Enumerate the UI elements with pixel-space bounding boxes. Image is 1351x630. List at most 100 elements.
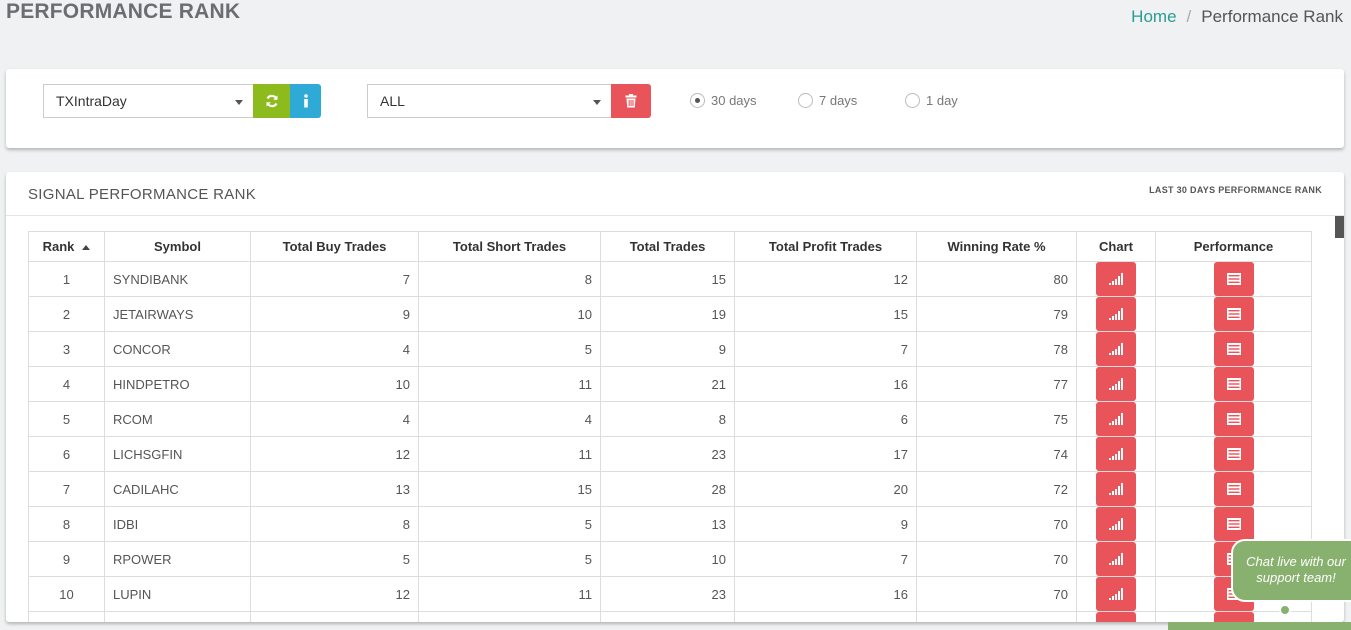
chart-cell [1076,506,1156,542]
breadcrumb-separator: / [1186,7,1192,26]
chart-cell [1076,261,1156,297]
chart-button[interactable] [1096,542,1136,576]
column-header-rank[interactable]: Rank [28,231,105,262]
period-label: 7 days [819,93,858,108]
total-profit-trades-cell: 15 [734,296,917,332]
column-header-symbol[interactable]: Symbol [104,231,251,262]
rank-cell: 1 [28,261,105,297]
symbol-cell: JETAIRWAYS [104,296,251,332]
total-trades-cell: 9 [600,331,735,367]
refresh-button[interactable] [253,84,290,118]
chat-line-2: support team! [1256,570,1336,585]
symbol-cell: CADILAHC [104,471,251,507]
chart-button[interactable] [1096,297,1136,331]
rank-cell: 4 [28,366,105,402]
column-header-total-short-trades[interactable]: Total Short Trades [418,231,601,262]
rank-cell: 10 [28,576,105,612]
performance-button[interactable] [1213,262,1254,296]
total-profit-trades-cell: 6 [734,401,917,437]
symbol-select[interactable]: ALL [367,84,612,118]
winning-rate-cell: 79 [916,296,1077,332]
winning-rate-cell: 80 [916,261,1077,297]
live-chat-bubble[interactable]: Chat live with our support team! [1231,539,1351,602]
signal-bars-icon [1109,308,1123,320]
performance-rank-table: Rank Symbol Total Buy Trades Total Short… [28,231,1312,622]
rank-cell: 3 [28,331,105,367]
period-label: 30 days [711,93,757,108]
strategy-select[interactable]: TXIntraDay [43,84,254,118]
scrollbar-thumb[interactable] [1335,216,1344,238]
chart-button[interactable] [1096,472,1136,506]
chart-cell [1076,576,1156,612]
performance-cell [1155,436,1312,472]
total-short-trades-cell [418,611,601,622]
chart-cell [1076,541,1156,577]
winning-rate-cell: 72 [916,471,1077,507]
performance-button[interactable] [1213,367,1254,401]
chart-button[interactable] [1096,402,1136,436]
breadcrumb-home-link[interactable]: Home [1131,7,1176,26]
card-tools-label: LAST 30 DAYS PERFORMANCE RANK [1149,185,1322,195]
chart-button[interactable] [1096,437,1136,471]
page-title: PERFORMANCE RANK [6,0,241,23]
column-header-winning-rate[interactable]: Winning Rate % [916,231,1077,262]
column-header-total-buy-trades[interactable]: Total Buy Trades [250,231,419,262]
sort-asc-icon [82,245,91,251]
chart-cell [1076,331,1156,367]
performance-button[interactable] [1213,297,1254,331]
winning-rate-cell: 70 [916,506,1077,542]
signal-bars-icon [1109,553,1123,565]
total-buy-trades-cell: 4 [250,401,419,437]
total-short-trades-cell: 11 [418,366,601,402]
total-profit-trades-cell [734,611,917,622]
column-header-total-trades[interactable]: Total Trades [600,231,735,262]
total-short-trades-cell: 15 [418,471,601,507]
performance-button[interactable] [1213,402,1254,436]
symbol-cell: RPOWER [104,541,251,577]
rank-cell: 2 [28,296,105,332]
winning-rate-cell: 75 [916,401,1077,437]
total-short-trades-cell: 10 [418,296,601,332]
chat-tab-bar[interactable] [1168,622,1351,630]
signal-bars-icon [1109,448,1123,460]
performance-cell [1155,401,1312,437]
total-buy-trades-cell: 8 [250,506,419,542]
period-radio-30-days[interactable]: 30 days [690,93,757,108]
symbol-cell: RCOM [104,401,251,437]
chart-button[interactable] [1096,367,1136,401]
chart-button[interactable] [1096,612,1136,622]
performance-button[interactable] [1213,437,1254,471]
total-profit-trades-cell: 16 [734,366,917,402]
chart-button[interactable] [1096,507,1136,541]
info-button[interactable] [290,84,321,118]
performance-button[interactable] [1213,612,1254,622]
performance-cell [1155,296,1312,332]
winning-rate-cell [916,611,1077,622]
total-profit-trades-cell: 7 [734,331,917,367]
performance-button[interactable] [1213,472,1254,506]
symbol-select-value: ALL [380,93,405,109]
chart-cell [1076,296,1156,332]
table-row: 5 RCOM 4 4 8 6 75 [28,401,1312,437]
chat-status-dot [1279,604,1291,616]
period-radio-7-days[interactable]: 7 days [798,93,857,108]
winning-rate-cell: 74 [916,436,1077,472]
rank-cell: 6 [28,436,105,472]
table-row: 8 IDBI 8 5 13 9 70 [28,506,1312,542]
delete-button[interactable] [611,84,651,118]
chart-button[interactable] [1096,577,1136,611]
chart-cell [1076,436,1156,472]
performance-button[interactable] [1213,507,1254,541]
rank-cell: 5 [28,401,105,437]
total-buy-trades-cell: 4 [250,331,419,367]
chart-button[interactable] [1096,262,1136,296]
performance-button[interactable] [1213,332,1254,366]
rank-cell: 7 [28,471,105,507]
symbol-cell: SYNDIBANK [104,261,251,297]
period-radio-1-day[interactable]: 1 day [905,93,958,108]
chart-button[interactable] [1096,332,1136,366]
info-icon [303,94,308,108]
column-header-total-profit-trades[interactable]: Total Profit Trades [734,231,917,262]
performance-cell [1155,261,1312,297]
table-row: 4 HINDPETRO 10 11 21 16 77 [28,366,1312,402]
